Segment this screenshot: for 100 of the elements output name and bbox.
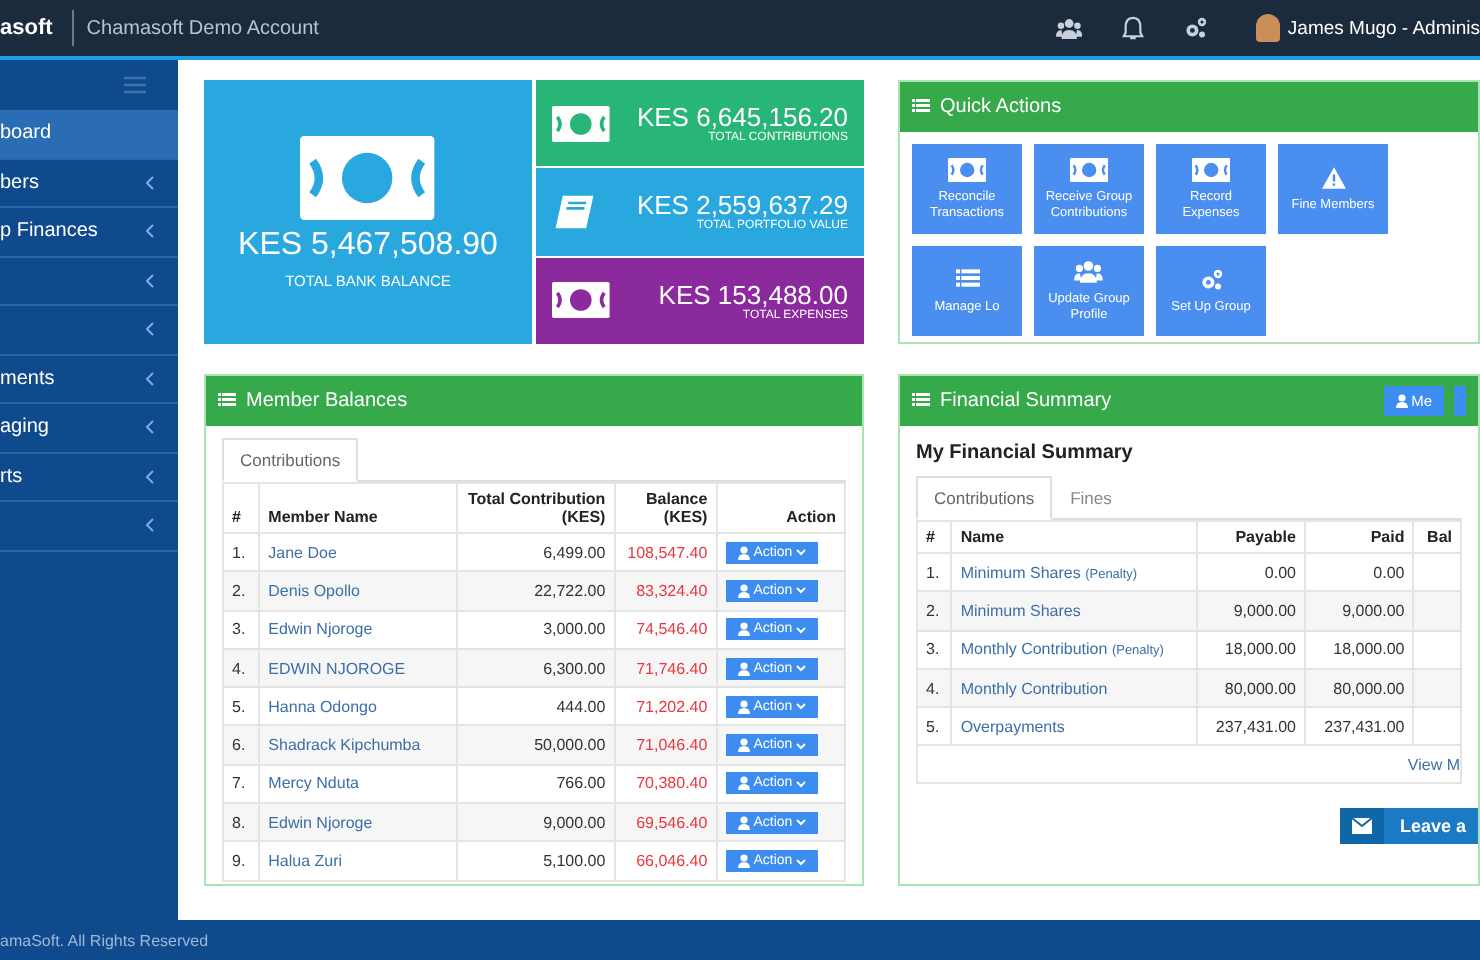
panel-title: Member Balances [246, 390, 408, 412]
user-icon [737, 854, 750, 869]
table-cell: 2. [917, 591, 952, 631]
user-icon [737, 738, 750, 753]
table-cell: 9,000.00 [1304, 591, 1414, 631]
table-cell: 237,431.00 [1196, 707, 1305, 746]
contribution-link[interactable]: Minimum Shares [951, 591, 1197, 631]
column-header: # [917, 521, 952, 553]
brand-logo[interactable]: asoft [0, 16, 73, 40]
table-cell: 3. [917, 630, 952, 669]
list-icon [955, 267, 979, 292]
member-link[interactable]: Edwin Njoroge [259, 803, 457, 842]
chevron-icon [146, 469, 154, 484]
menu-icon[interactable] [124, 76, 146, 94]
sidebar-item[interactable]: board [0, 110, 178, 159]
table-cell: 22,722.00 [456, 571, 615, 611]
column-header: # [223, 483, 260, 533]
list-icon [218, 392, 236, 410]
user-icon [1395, 394, 1408, 408]
chevron-icon [146, 175, 154, 190]
caret-icon [796, 625, 807, 634]
caret-icon [796, 741, 807, 750]
table-cell: 8. [223, 803, 260, 842]
banknote-icon [1069, 158, 1109, 183]
column-header: Action [716, 483, 845, 533]
caret-icon [796, 857, 807, 866]
member-link[interactable]: Edwin Njoroge [259, 610, 457, 649]
caret-icon [796, 818, 807, 827]
table-cell: 3. [223, 610, 260, 649]
chevron-icon [146, 322, 154, 337]
panel-title: Quick Actions [940, 96, 1062, 118]
user-menu[interactable]: James Mugo - Adminis [1287, 17, 1480, 39]
chevron-icon [146, 420, 154, 435]
chevron-icon [146, 273, 154, 288]
tab[interactable]: Contributions [222, 438, 359, 482]
member-link[interactable]: Denis Opollo [259, 571, 457, 611]
panel-title: Financial Summary [940, 390, 1112, 412]
table-cell: 9. [223, 841, 260, 881]
user-icon [737, 622, 750, 637]
banknote-icon [1191, 158, 1231, 183]
tab[interactable]: Fines [1052, 476, 1130, 520]
stat-value: KES 153,488.00 [656, 279, 848, 310]
table-cell: 237,431.00 [1304, 707, 1414, 746]
group-button[interactable] [1454, 386, 1466, 416]
account-name: Chamasoft Demo Account [86, 17, 319, 39]
caret-icon [796, 779, 807, 788]
contribution-link[interactable]: Monthly Contribution [951, 668, 1197, 708]
column-header: Name [951, 521, 1197, 553]
column-header: Member Name [259, 483, 457, 533]
list-icon [912, 392, 930, 410]
table-cell: 18,000.00 [1196, 630, 1305, 669]
table-cell: 5. [917, 707, 952, 746]
table-cell: 71,046.40 [614, 725, 717, 765]
table-cell: 4. [223, 648, 260, 688]
avatar[interactable] [1255, 14, 1280, 42]
caret-icon [796, 664, 807, 673]
book-icon [552, 193, 596, 230]
leave-message-button[interactable]: Leave a [1339, 808, 1478, 845]
user-icon [737, 699, 750, 714]
list-icon [912, 98, 930, 116]
member-link[interactable]: Shadrack Kipchumba [259, 725, 457, 765]
table-cell: 69,546.40 [614, 803, 717, 842]
table-cell: 9,000.00 [456, 803, 615, 842]
column-header: Total Contribution (KES) [456, 483, 615, 533]
copyright-text: amaSoft. All Rights Reserved [0, 931, 209, 949]
gears-icon [1183, 16, 1208, 40]
contribution-link[interactable]: Overpayments [951, 707, 1197, 746]
table-cell: 83,324.40 [614, 571, 717, 611]
table-cell: 80,000.00 [1196, 668, 1305, 708]
table-cell: 6,300.00 [456, 648, 615, 688]
caret-icon [796, 548, 807, 557]
caret-icon [796, 702, 807, 711]
table-cell: 5,100.00 [456, 841, 615, 881]
users-icon [1074, 260, 1104, 285]
table-cell: 4. [917, 668, 952, 708]
member-link[interactable]: EDWIN NJOROGE [259, 648, 457, 688]
table-cell: 18,000.00 [1304, 630, 1414, 669]
column-header: Bal [1413, 521, 1461, 553]
user-icon [737, 776, 750, 791]
user-icon [737, 583, 750, 598]
table-cell: 2. [223, 571, 260, 611]
table-cell: 50,000.00 [456, 725, 615, 765]
stat-value: KES 2,559,637.29 [634, 190, 848, 221]
section-heading: My Financial Summary [914, 440, 1135, 464]
view-more-link[interactable]: View M [1407, 755, 1460, 774]
table-cell: 80,000.00 [1304, 668, 1414, 708]
column-header: Paid [1304, 521, 1414, 553]
table-cell: 71,746.40 [614, 648, 717, 688]
envelope-icon [1351, 818, 1372, 835]
user-icon [737, 815, 750, 830]
column-header: Payable [1196, 521, 1305, 553]
bell-icon[interactable] [1121, 16, 1144, 40]
banknote-icon [947, 158, 987, 183]
banknote-icon [552, 105, 610, 142]
table-cell: 74,546.40 [614, 610, 717, 649]
user-icon [737, 661, 750, 676]
table-cell: 6. [223, 725, 260, 765]
member-link[interactable]: Halua Zuri [259, 841, 457, 881]
gears-icon [1199, 267, 1223, 292]
tab[interactable]: Contributions [916, 476, 1053, 520]
